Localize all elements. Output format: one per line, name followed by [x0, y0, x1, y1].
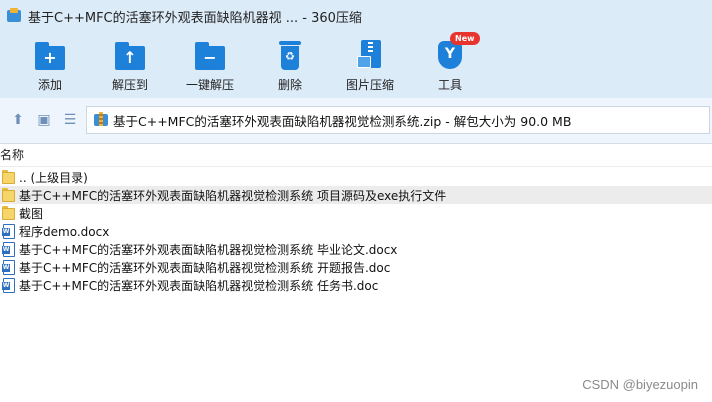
- one-click-extract-label: 一键解压: [185, 78, 234, 92]
- folder-minus-icon: −: [193, 38, 227, 72]
- file-list: .. (上级目录) 基于C++MFC的活塞环外观表面缺陷机器视觉检测系统 项目源…: [0, 168, 712, 294]
- app-logo-icon: [6, 8, 22, 24]
- address-bar: ⬆ ▣ ☰ 基于C++MFC的活塞环外观表面缺陷机器视觉检测系统.zip - 解…: [0, 98, 712, 144]
- list-item[interactable]: 基于C++MFC的活塞环外观表面缺陷机器视觉检测系统 项目源码及exe执行文件: [0, 186, 712, 204]
- file-name: 基于C++MFC的活塞环外观表面缺陷机器视觉检测系统 任务书.doc: [19, 278, 379, 293]
- delete-button[interactable]: ♻ 删除: [254, 38, 326, 96]
- delete-label: 删除: [277, 78, 302, 92]
- thumbnail-view-icon[interactable]: ▣: [36, 112, 52, 128]
- list-item[interactable]: 截图: [0, 204, 712, 222]
- new-badge: New: [450, 32, 480, 45]
- extract-to-label: 解压到: [111, 78, 148, 92]
- folder-icon: [2, 205, 16, 221]
- recycle-bin-icon: ♻: [273, 38, 307, 72]
- file-name: 基于C++MFC的活塞环外观表面缺陷机器视觉检测系统 开题报告.doc: [19, 260, 391, 275]
- file-name: .. (上级目录): [19, 170, 88, 185]
- tools-button[interactable]: Y 工具: [414, 38, 486, 96]
- word-document-icon: W: [2, 241, 16, 257]
- add-label: 添加: [37, 78, 62, 92]
- folder-up-icon: ↑: [113, 38, 147, 72]
- window-title: 基于C++MFC的活塞环外观表面缺陷机器视 ... - 360压缩: [28, 10, 362, 26]
- word-document-icon: W: [2, 277, 16, 293]
- word-document-icon: W: [2, 259, 16, 275]
- title-bar: 基于C++MFC的活塞环外观表面缺陷机器视 ... - 360压缩: [0, 0, 712, 32]
- folder-plus-icon: +: [33, 38, 67, 72]
- list-item[interactable]: W 程序demo.docx: [0, 222, 712, 240]
- toolbar: + 添加 ↑ 解压到 − 一键解压 ♻ 删除 图片压缩 Y 工具 New: [0, 32, 712, 98]
- folder-icon: [2, 187, 16, 203]
- name-column-header[interactable]: 名称: [0, 148, 24, 162]
- image-compress-label: 图片压缩: [345, 78, 394, 92]
- file-name: 截图: [19, 206, 44, 221]
- add-button[interactable]: + 添加: [14, 38, 86, 96]
- extract-to-button[interactable]: ↑ 解压到: [94, 38, 166, 96]
- zip-image-icon: [353, 38, 387, 72]
- tools-label: 工具: [437, 78, 462, 92]
- list-item[interactable]: W 基于C++MFC的活塞环外观表面缺陷机器视觉检测系统 毕业论文.docx: [0, 240, 712, 258]
- file-name: 基于C++MFC的活塞环外观表面缺陷机器视觉检测系统 毕业论文.docx: [19, 242, 398, 257]
- file-name: 基于C++MFC的活塞环外观表面缺陷机器视觉检测系统 项目源码及exe执行文件: [19, 188, 447, 203]
- image-compress-button[interactable]: 图片压缩: [334, 38, 406, 96]
- list-item[interactable]: W 基于C++MFC的活塞环外观表面缺陷机器视觉检测系统 任务书.doc: [0, 276, 712, 294]
- zip-archive-icon: [93, 112, 109, 128]
- column-header: 名称: [0, 145, 712, 167]
- word-document-icon: W: [2, 223, 16, 239]
- one-click-extract-button[interactable]: − 一键解压: [174, 38, 246, 96]
- address-text: 基于C++MFC的活塞环外观表面缺陷机器视觉检测系统.zip - 解包大小为 9…: [113, 113, 572, 129]
- list-item[interactable]: .. (上级目录): [0, 168, 712, 186]
- list-view-icon[interactable]: ☰: [62, 112, 78, 128]
- watermark-text: CSDN @biyezuopin: [582, 377, 698, 392]
- address-field[interactable]: 基于C++MFC的活塞环外观表面缺陷机器视觉检测系统.zip - 解包大小为 9…: [86, 106, 710, 134]
- up-arrow-icon[interactable]: ⬆: [10, 112, 26, 128]
- list-item[interactable]: W 基于C++MFC的活塞环外观表面缺陷机器视觉检测系统 开题报告.doc: [0, 258, 712, 276]
- folder-icon: [2, 169, 16, 185]
- file-name: 程序demo.docx: [19, 224, 110, 239]
